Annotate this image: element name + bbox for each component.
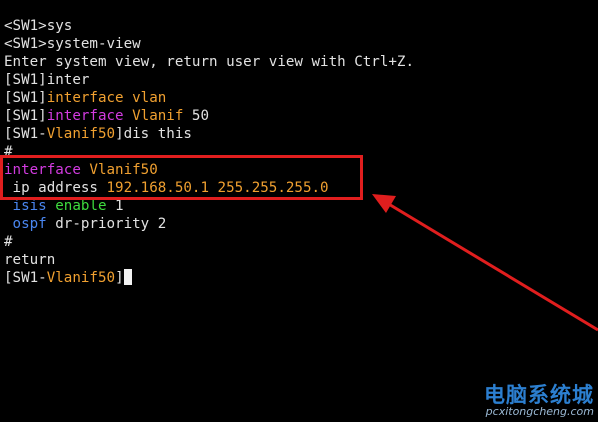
annotation-arrow bbox=[372, 194, 598, 332]
watermark: 电脑系统城 pcxitongcheng.com bbox=[484, 379, 594, 418]
watermark-url: pcxitongcheng.com bbox=[485, 405, 594, 418]
